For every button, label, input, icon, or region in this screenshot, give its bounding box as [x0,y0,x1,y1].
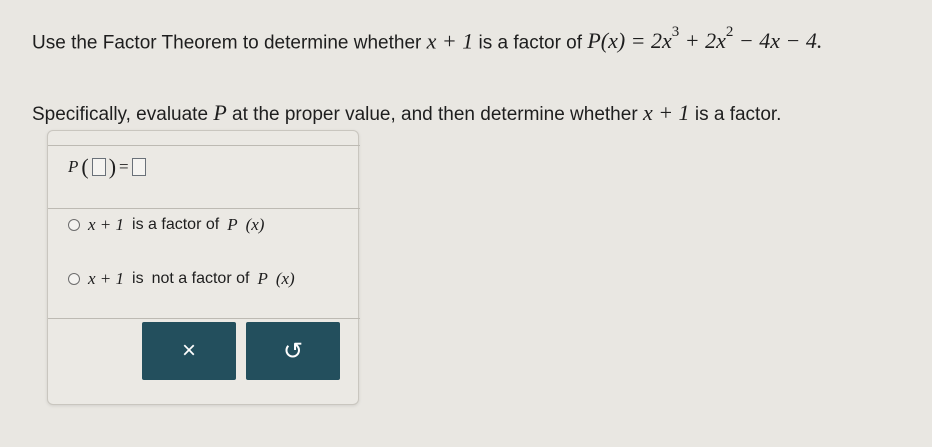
polynomial-exponent-3: 3 [671,24,680,40]
question-line-2-factor: x + 1 [642,100,690,125]
question-line-1-prefix: Use the Factor Theorem to determine whet… [32,32,422,54]
factor-expression: x + 1 [426,28,474,54]
option-1-argument: (x) [245,215,265,234]
polynomial-tail: − 4x − 4. [738,28,823,54]
undo-icon: ↺ [282,337,304,365]
question-line-2-variable: P [213,100,227,125]
question-line-2-prefix: Specifically, evaluate [32,104,209,125]
option-2-expression: x + 1 [88,269,125,288]
answer-card: P ( ) = x + 1 is a factor of P (x) x + 1 … [47,130,360,405]
option-1-expression: x + 1 [88,215,125,234]
question-line-1: Use the Factor Theorem to determine whet… [32,24,823,54]
option-2-label-is: is [132,270,144,287]
question-line-1-mid: is a factor of [478,32,583,54]
undo-button[interactable]: ↺ [246,322,340,380]
polynomial-lhs: P(x) = 2x [587,28,672,54]
close-icon: × [181,337,196,364]
question-line-2: Specifically, evaluate P at the proper v… [32,100,781,126]
polynomial-expression: P(x) = 2x3 + 2x2 − 4x − 4. [587,24,823,54]
option-1-label: is a factor of [132,216,220,233]
equals-sign: = [119,157,129,176]
radio-is-not-factor[interactable] [68,273,80,285]
evaluation-input-field[interactable] [91,158,106,176]
polynomial-exponent-2: 2 [725,24,734,40]
question-line-2-suffix: is a factor. [694,104,782,125]
clear-button[interactable]: × [142,322,236,380]
evaluation-row: P ( ) = [48,145,360,209]
evaluation-expression: P ( ) = [68,154,146,180]
evaluation-function-symbol: P [68,157,79,176]
radio-is-factor[interactable] [68,219,80,231]
question-line-2-mid: at the proper value, and then determine … [232,104,638,125]
option-is-not-factor[interactable]: x + 1 is not a factor of P (x) [68,269,295,289]
option-2-function: P [257,269,268,288]
answer-options: x + 1 is a factor of P (x) x + 1 is not a… [48,207,360,319]
evaluation-result-field[interactable] [131,158,146,176]
close-paren: ) [108,154,117,179]
option-2-argument: (x) [275,269,295,288]
open-paren: ( [81,154,89,179]
option-1-function: P [227,215,238,234]
option-is-factor[interactable]: x + 1 is a factor of P (x) [68,215,264,235]
option-2-label-not: not a factor of [151,270,250,287]
polynomial-mid: + 2x [684,28,726,54]
